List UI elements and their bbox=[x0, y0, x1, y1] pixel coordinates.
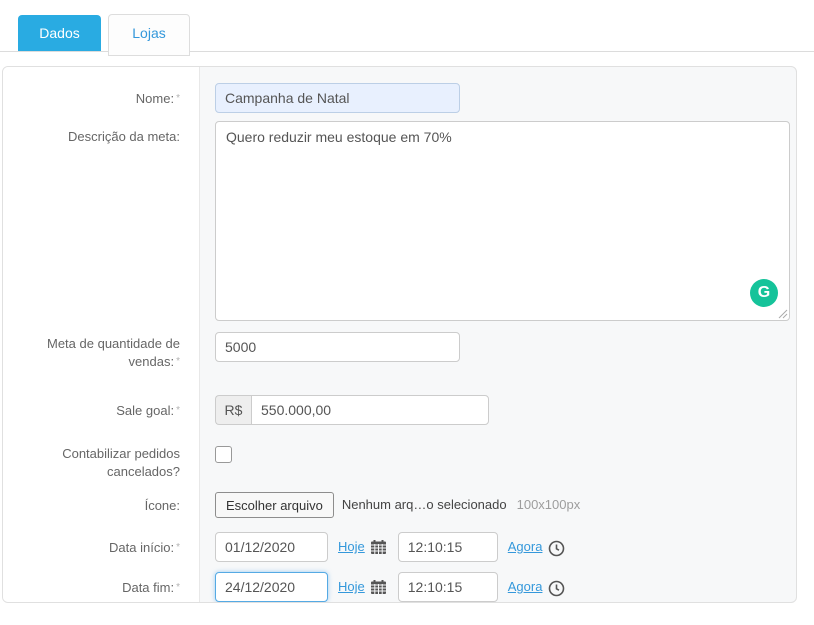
required-asterisk: * bbox=[176, 93, 180, 104]
row-icone: Ícone: Escolher arquivo Nenhum arq…o sel… bbox=[3, 492, 796, 518]
row-meta-quantidade: Meta de quantidade de vendas:* bbox=[3, 332, 796, 371]
choose-file-button[interactable]: Escolher arquivo bbox=[215, 492, 334, 518]
data-fim-date-input[interactable] bbox=[215, 572, 328, 602]
descricao-textarea[interactable]: Quero reduzir meu estoque em 70% bbox=[215, 121, 790, 321]
required-asterisk: * bbox=[176, 405, 180, 416]
row-data-inicio: Data início:* Hoje Agora bbox=[3, 532, 796, 562]
row-data-fim: Data fim:* Hoje Agora bbox=[3, 572, 796, 602]
row-descricao: Descrição da meta: Quero reduzir meu est… bbox=[3, 121, 796, 321]
data-inicio-agora-link[interactable]: Agora bbox=[508, 532, 543, 562]
sale-goal-input[interactable] bbox=[251, 395, 489, 425]
data-inicio-time-input[interactable] bbox=[398, 532, 498, 562]
grammarly-icon[interactable]: G bbox=[750, 279, 778, 307]
nome-label: Nome:* bbox=[3, 83, 200, 113]
required-asterisk: * bbox=[176, 582, 180, 593]
required-asterisk: * bbox=[176, 356, 180, 367]
meta-quantidade-input[interactable] bbox=[215, 332, 460, 362]
currency-prefix: R$ bbox=[215, 395, 251, 425]
tab-bar: Dados Lojas bbox=[0, 0, 814, 52]
file-status-text: Nenhum arq…o selecionado bbox=[342, 492, 507, 518]
calendar-icon[interactable] bbox=[371, 580, 386, 599]
data-fim-time-input[interactable] bbox=[398, 572, 498, 602]
contabilizar-label: Contabilizar pedidos cancelados? bbox=[3, 444, 200, 481]
calendar-icon[interactable] bbox=[371, 540, 386, 559]
data-fim-agora-link[interactable]: Agora bbox=[508, 572, 543, 602]
row-contabilizar: Contabilizar pedidos cancelados? bbox=[3, 444, 796, 481]
resize-handle-icon[interactable] bbox=[778, 309, 788, 319]
clock-icon[interactable] bbox=[548, 540, 565, 562]
row-nome: Nome:* bbox=[3, 83, 796, 113]
icone-label: Ícone: bbox=[3, 492, 200, 518]
clock-icon[interactable] bbox=[548, 580, 565, 602]
tab-dados[interactable]: Dados bbox=[18, 15, 101, 51]
file-size-hint: 100x100px bbox=[517, 492, 581, 518]
sale-goal-label: Sale goal:* bbox=[3, 395, 200, 425]
data-inicio-hoje-link[interactable]: Hoje bbox=[338, 532, 365, 562]
row-sale-goal: Sale goal:* R$ bbox=[3, 395, 796, 425]
nome-input[interactable] bbox=[215, 83, 460, 113]
contabilizar-checkbox[interactable] bbox=[215, 446, 232, 463]
data-fim-label: Data fim:* bbox=[3, 572, 200, 602]
data-inicio-label: Data início:* bbox=[3, 532, 200, 562]
meta-quantidade-label: Meta de quantidade de vendas:* bbox=[3, 332, 200, 371]
required-asterisk: * bbox=[176, 542, 180, 553]
data-inicio-date-input[interactable] bbox=[215, 532, 328, 562]
data-fim-hoje-link[interactable]: Hoje bbox=[338, 572, 365, 602]
descricao-label: Descrição da meta: bbox=[3, 121, 200, 321]
form-panel: Nome:* Descrição da meta: Quero reduzir … bbox=[2, 66, 797, 603]
tab-lojas[interactable]: Lojas bbox=[108, 14, 190, 56]
